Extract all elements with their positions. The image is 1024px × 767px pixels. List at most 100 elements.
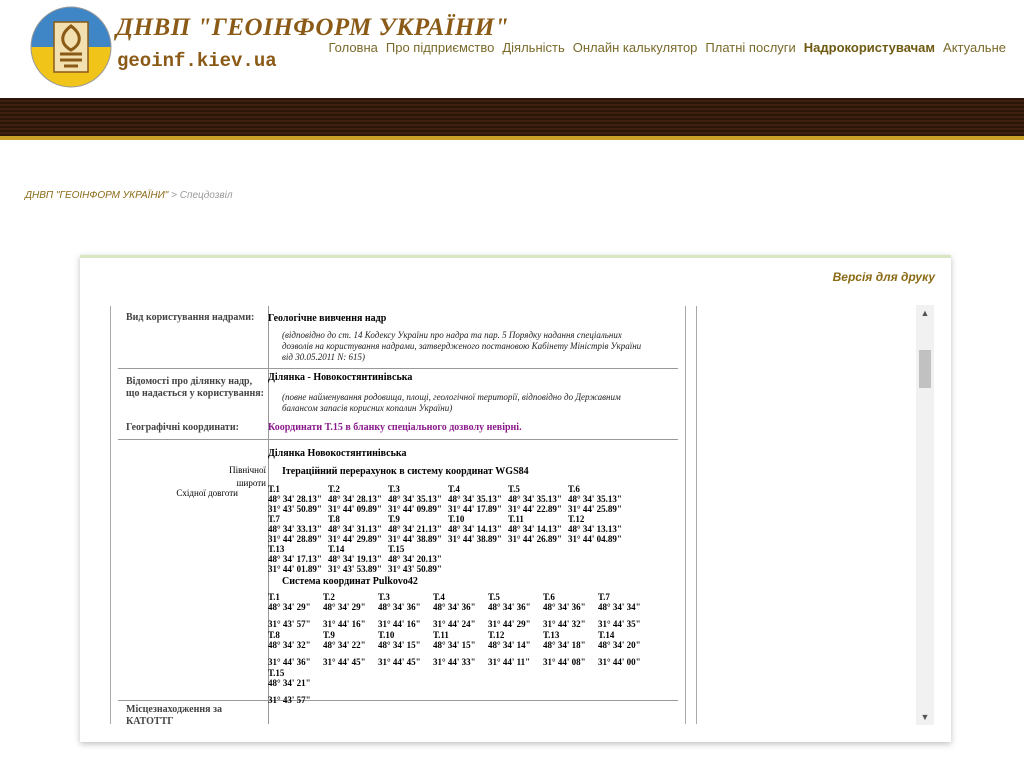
main-nav: Головна Про підприємство Діяльність Онла… bbox=[328, 40, 1006, 55]
point-latitude: 48° 34' 35.13" bbox=[448, 494, 502, 504]
point-latitude: 48° 34' 14.13" bbox=[448, 524, 502, 534]
coordinate-point: Т.3 48° 34' 35.13" 31° 44' 09.89" bbox=[388, 484, 442, 514]
point-latitude: 48° 34' 28.13" bbox=[328, 494, 382, 504]
point-name: Т.13 bbox=[268, 544, 285, 554]
point-name: Т.14 bbox=[328, 544, 345, 554]
point-longitude: 31° 44' 11" bbox=[488, 657, 531, 667]
point-latitude: 48° 34' 22" bbox=[323, 640, 366, 650]
coordinate-point: Т.10 48° 34' 14.13" 31° 44' 38.89" bbox=[448, 514, 502, 544]
nav-item-news[interactable]: Актуальне bbox=[943, 40, 1006, 55]
point-longitude: 31° 44' 22.89" bbox=[508, 504, 562, 514]
scrollbar-thumb[interactable] bbox=[919, 350, 931, 388]
site-url[interactable]: geoinf.kiev.ua bbox=[117, 50, 277, 72]
point-longitude: 31° 44' 00" bbox=[598, 657, 641, 667]
coordinate-point: Т.9 48° 34' 21.13" 31° 44' 38.89" bbox=[388, 514, 442, 544]
lon-label: Східної довготи bbox=[176, 488, 238, 498]
point-name: Т.1 bbox=[268, 484, 280, 494]
point-name: Т.2 bbox=[328, 484, 340, 494]
point-latitude: 48° 34' 34" bbox=[598, 602, 641, 612]
point-longitude: 31° 44' 16" bbox=[323, 619, 366, 629]
point-longitude: 31° 44' 28.89" bbox=[268, 534, 322, 544]
point-longitude: 31° 44' 26.89" bbox=[508, 534, 562, 544]
row-divider bbox=[118, 368, 678, 369]
point-latitude: 48° 34' 15" bbox=[378, 640, 421, 650]
point-name: Т.3 bbox=[378, 592, 390, 602]
coordinate-point: Т.1 48° 34' 29" 31° 43' 57" bbox=[268, 592, 311, 629]
nav-item-calculator[interactable]: Онлайн калькулятор bbox=[573, 40, 698, 55]
point-name: Т.13 bbox=[543, 630, 560, 640]
coordinate-point: Т.12 48° 34' 14" 31° 44' 11" bbox=[488, 630, 531, 667]
coordinate-point: Т.15 48° 34' 21" 31° 43' 57" bbox=[268, 668, 311, 705]
point-name: Т.5 bbox=[488, 592, 500, 602]
coordinate-point: Т.3 48° 34' 36" 31° 44' 16" bbox=[378, 592, 421, 629]
point-longitude: 31° 44' 01.89" bbox=[268, 564, 322, 574]
point-longitude: 31° 44' 29.89" bbox=[328, 534, 382, 544]
point-name: Т.4 bbox=[448, 484, 460, 494]
point-latitude: 48° 34' 19.13" bbox=[328, 554, 382, 564]
point-latitude: 48° 34' 35.13" bbox=[508, 494, 562, 504]
point-longitude: 31° 44' 45" bbox=[378, 657, 421, 667]
breadcrumb-home[interactable]: ДНВП "ГЕОІНФОРМ УКРАЇНИ" bbox=[25, 190, 168, 201]
point-latitude: 48° 34' 36" bbox=[488, 602, 531, 612]
coordinate-point: Т.6 48° 34' 35.13" 31° 44' 25.89" bbox=[568, 484, 622, 514]
logo-emblem-icon[interactable] bbox=[30, 6, 112, 88]
header-band-accent bbox=[0, 136, 1024, 140]
coordinate-point: Т.11 48° 34' 14.13" 31° 44' 26.89" bbox=[508, 514, 562, 544]
coordinate-point: Т.8 48° 34' 31.13" 31° 44' 29.89" bbox=[328, 514, 382, 544]
nav-item-subsoil-users[interactable]: Надрокористувачам bbox=[804, 40, 935, 55]
point-longitude: 31° 44' 38.89" bbox=[388, 534, 442, 544]
document-scrollbar[interactable]: ▲ ▼ bbox=[916, 305, 934, 725]
point-name: Т.7 bbox=[598, 592, 610, 602]
point-latitude: 48° 34' 31.13" bbox=[328, 524, 382, 534]
coordinate-point: Т.4 48° 34' 36" 31° 44' 24" bbox=[433, 592, 476, 629]
coordinate-point: Т.12 48° 34' 13.13" 31° 44' 04.89" bbox=[568, 514, 622, 544]
print-version-link[interactable]: Версія для друку bbox=[833, 270, 935, 284]
point-latitude: 48° 34' 29" bbox=[268, 602, 311, 612]
coordinate-point: Т.2 48° 34' 28.13" 31° 44' 09.89" bbox=[328, 484, 382, 514]
point-latitude: 48° 34' 36" bbox=[543, 602, 586, 612]
point-longitude: 31° 44' 35" bbox=[598, 619, 641, 629]
point-longitude: 31° 43' 50.89" bbox=[388, 564, 442, 574]
coordinate-point: Т.11 48° 34' 15" 31° 44' 33" bbox=[433, 630, 476, 667]
nav-item-about[interactable]: Про підприємство bbox=[386, 40, 494, 55]
coordinate-point: Т.10 48° 34' 15" 31° 44' 45" bbox=[378, 630, 421, 667]
point-name: Т.10 bbox=[448, 514, 465, 524]
point-name: Т.11 bbox=[433, 630, 449, 640]
point-longitude: 31° 44' 08" bbox=[543, 657, 586, 667]
point-name: Т.8 bbox=[268, 630, 280, 640]
header-band bbox=[0, 98, 1024, 136]
content-card: Версія для друку Вид користування надрам… bbox=[80, 255, 951, 742]
nav-item-activity[interactable]: Діяльність bbox=[502, 40, 564, 55]
site-label: Відомості про ділянку надр, що надається… bbox=[126, 376, 264, 399]
point-name: Т.11 bbox=[508, 514, 524, 524]
scroll-up-icon[interactable]: ▲ bbox=[916, 305, 934, 321]
point-latitude: 48° 34' 35.13" bbox=[568, 494, 622, 504]
point-latitude: 48° 34' 32" bbox=[268, 640, 311, 650]
point-name: Т.12 bbox=[568, 514, 585, 524]
point-longitude: 31° 44' 29" bbox=[488, 619, 531, 629]
point-longitude: 31° 44' 32" bbox=[543, 619, 586, 629]
point-longitude: 31° 44' 25.89" bbox=[568, 504, 622, 514]
site-title[interactable]: ДНВП "ГЕОІНФОРМ УКРАЇНИ" bbox=[116, 14, 509, 42]
pulkovo-title: Система координат Pulkovo42 bbox=[282, 576, 418, 587]
nav-item-paid-services[interactable]: Платні послуги bbox=[705, 40, 795, 55]
point-name: Т.6 bbox=[543, 592, 555, 602]
row-divider bbox=[118, 700, 678, 701]
coordinate-point: Т.13 48° 34' 18" 31° 44' 08" bbox=[543, 630, 586, 667]
point-name: Т.15 bbox=[268, 668, 285, 678]
use-label: Вид користування надрами: bbox=[126, 312, 255, 323]
site-value: Ділянка - Новокостянтинівська bbox=[268, 372, 413, 383]
point-latitude: 48° 34' 21.13" bbox=[388, 524, 442, 534]
site-header: ДНВП "ГЕОІНФОРМ УКРАЇНИ" geoinf.kiev.ua … bbox=[0, 0, 1024, 98]
point-longitude: 31° 44' 36" bbox=[268, 657, 311, 667]
point-longitude: 31° 44' 17.89" bbox=[448, 504, 502, 514]
document-viewer[interactable]: Вид користування надрами: Геологічне вив… bbox=[118, 306, 698, 724]
wgs84-title: Ітераційний перерахунок в систему коорди… bbox=[282, 466, 529, 477]
point-longitude: 31° 44' 33" bbox=[433, 657, 476, 667]
breadcrumb-separator: > bbox=[171, 190, 177, 201]
nav-item-home[interactable]: Головна bbox=[328, 40, 377, 55]
scroll-down-icon[interactable]: ▼ bbox=[916, 709, 934, 725]
lat-label: Північної широти bbox=[229, 465, 266, 488]
point-longitude: 31° 43' 57" bbox=[268, 695, 311, 705]
coordinates-warning: Координати Т.15 в бланку спеціального до… bbox=[268, 422, 522, 433]
